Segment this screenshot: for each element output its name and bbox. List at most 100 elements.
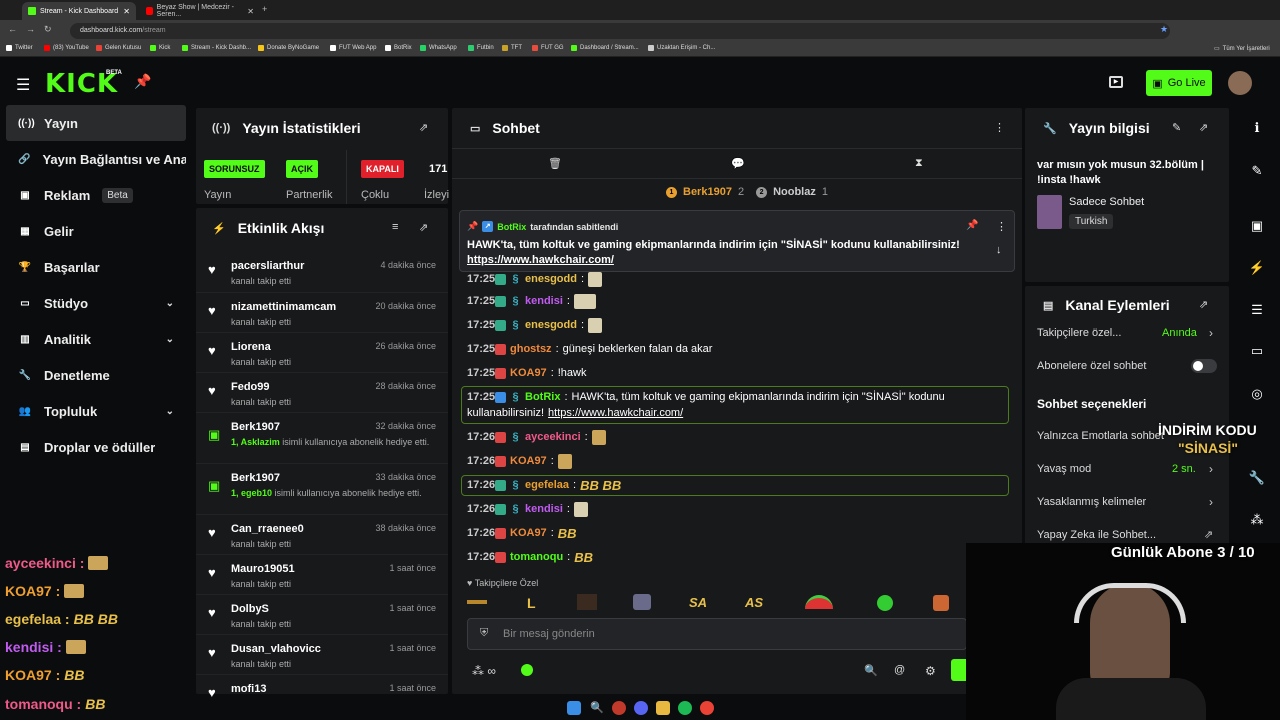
external-link-icon[interactable]: ⇗ [1204, 528, 1213, 541]
bookmark-item[interactable]: Twitter [6, 45, 33, 51]
new-tab-icon[interactable]: + [262, 4, 267, 14]
pin-icon[interactable]: 📌 [134, 73, 151, 90]
chat-username[interactable]: enesgodd [525, 319, 577, 331]
activity-item[interactable]: ♥ DolbyS 1 saat önce kanalı takip etti [196, 594, 448, 634]
star-icon[interactable]: ★ [1160, 24, 1168, 35]
activity-username[interactable]: Berk1907 [231, 421, 280, 433]
followers-only-setting[interactable]: Takipçilere özel... [1037, 327, 1121, 339]
emote-icon[interactable] [933, 595, 949, 611]
bookmark-item[interactable]: BotRix [385, 45, 412, 51]
chat-message[interactable]: 17:25 § enesgodd: [467, 271, 603, 287]
folder-icon[interactable] [656, 701, 670, 715]
windows-start-icon[interactable] [567, 701, 581, 715]
chat-username[interactable]: tomanoqu [510, 551, 563, 563]
back-icon[interactable]: ← [8, 24, 17, 34]
activity-username[interactable]: Liorena [231, 341, 271, 353]
activity-username[interactable]: Berk1907 [231, 472, 280, 484]
chevron-down-icon[interactable]: ⌄ [166, 406, 174, 417]
activity-item[interactable]: ♥ Fedo99 28 dakika önce kanalı takip etti [196, 372, 448, 412]
activity-username[interactable]: Fedo99 [231, 381, 270, 393]
sidebar-item-drops[interactable]: ▤ Droplar ve ödüller [6, 429, 186, 465]
chat-username[interactable]: enesgodd [525, 273, 577, 285]
chat-username[interactable]: kendisi [525, 503, 563, 515]
sidebar-item-community[interactable]: 👥 Topluluk ⌄ [6, 393, 186, 429]
chat-message[interactable]: 17:25 KOA97: !hawk [467, 365, 587, 381]
emote-icon[interactable] [877, 595, 893, 611]
chat-username[interactable]: KOA97 [510, 527, 547, 539]
bookmark-item[interactable]: Gelen Kutusu [96, 45, 141, 51]
popout-icon[interactable]: ⇗ [419, 121, 428, 134]
pinned-message[interactable]: 📌 ↗ BotRix tarafından sabitlendi 📌 ⋮ ↓ H… [459, 210, 1015, 272]
sidebar-item-analytics[interactable]: ▥ Analitik ⌄ [6, 321, 186, 357]
activity-item[interactable]: ♥ mofi13 1 saat önce [196, 674, 448, 714]
chat-username[interactable]: egefelaa [525, 479, 569, 491]
filter-icon[interactable]: ≡ [392, 221, 398, 233]
menu-icon[interactable]: ☰ [16, 75, 30, 95]
mention-icon[interactable]: @ [894, 664, 905, 676]
activity-item[interactable]: ▣ Berk1907 33 dakika önce 1, egeb10 isimli … [196, 463, 448, 514]
emote-icon[interactable] [577, 594, 597, 610]
kick-emote-icon[interactable] [521, 664, 533, 676]
activity-item[interactable]: ♥ pacersliarthur 4 dakika önce kanalı takip… [196, 252, 448, 292]
bookmark-item[interactable]: Stream - Kick Dashb... [182, 45, 251, 51]
activity-item[interactable]: ♥ Dusan_vlahovicc 1 saat önce kanalı takip … [196, 634, 448, 674]
activity-item[interactable]: ♥ Liorena 26 dakika önce kanalı takip etti [196, 332, 448, 372]
chat-username[interactable]: KOA97 [510, 455, 547, 467]
url-input[interactable]: dashboard.kick.com/stream [70, 23, 1170, 39]
collapse-icon[interactable]: ↓ [996, 244, 1002, 256]
search-icon[interactable]: 🔍 [864, 664, 878, 677]
emote-icon[interactable]: L [527, 595, 536, 611]
lightning-icon[interactable]: ⚡ [1247, 260, 1267, 276]
chrome-icon[interactable] [700, 701, 714, 715]
chevron-right-icon[interactable]: › [1209, 462, 1213, 476]
chat-username[interactable]: kendisi [525, 295, 563, 307]
bookmark-item[interactable]: Uzaktan Erişim - Ch... [648, 45, 715, 51]
send-button[interactable] [951, 659, 967, 681]
sidebar-item-link[interactable]: 🔗 Yayın Bağlantısı ve Anahtarı [6, 141, 186, 177]
popout-icon[interactable]: ⇗ [1199, 298, 1208, 311]
loyalty-icon[interactable]: ⁂ [1247, 512, 1267, 528]
bookmark-item[interactable]: Donate ByNoGame [258, 45, 319, 51]
chat-input[interactable]: ⛨ Bir mesaj gönderin [467, 618, 967, 650]
discord-icon[interactable] [634, 701, 648, 715]
close-icon[interactable]: ✕ [123, 7, 130, 16]
reload-icon[interactable]: ↻ [44, 24, 52, 35]
loyalty-icon[interactable]: ⁂ ∞ [472, 664, 496, 678]
activity-username[interactable]: Can_rraenee0 [231, 523, 304, 535]
gear-icon[interactable]: ⚙ [925, 664, 936, 678]
ai-chat-setting[interactable]: Yapay Zeka ile Sohbet... [1037, 529, 1156, 541]
popout-icon[interactable]: ⇗ [419, 221, 428, 234]
bookmark-item[interactable]: Futbin [468, 45, 494, 51]
emote-only-setting[interactable]: Yalnızca Emotlarla sohbet [1037, 430, 1164, 442]
chat-message[interactable]: 17:26 § ayceekinci: [467, 429, 606, 445]
followers-only-value[interactable]: Anında [1162, 327, 1197, 339]
emote-icon[interactable] [467, 600, 487, 604]
hourglass-icon[interactable]: ⧗ [915, 157, 923, 170]
activity-username[interactable]: DolbyS [231, 603, 269, 615]
go-live-button[interactable]: ▣ Go Live [1146, 70, 1212, 96]
chevron-right-icon[interactable]: › [1209, 326, 1213, 340]
more-options-icon[interactable]: ⋮ [994, 121, 1005, 134]
chat-username[interactable]: KOA97 [510, 367, 547, 379]
trash-icon[interactable]: 🗑 [548, 157, 562, 170]
sidebar-item-broadcast[interactable]: ((·)) Yayın [6, 105, 186, 141]
wrench-icon[interactable]: 🔧 [1247, 470, 1267, 486]
activity-username[interactable]: Mauro19051 [231, 563, 295, 575]
activity-username[interactable]: mofi13 [231, 683, 266, 695]
chat-message[interactable]: 17:26 KOA97: [467, 453, 572, 469]
chat-message[interactable]: 17:26 tomanoqu: BB [467, 549, 593, 565]
chat-message[interactable]: 17:26 § kendisi: [467, 501, 588, 517]
emote-icon[interactable]: AS [745, 595, 763, 610]
bookmark-item[interactable]: WhatsApp [420, 45, 457, 51]
emote-icon[interactable] [805, 595, 833, 609]
chat-username[interactable]: ayceekinci [525, 431, 581, 443]
subs-only-toggle[interactable] [1191, 359, 1217, 373]
activity-username[interactable]: pacersliarthur [231, 260, 304, 272]
category-label[interactable]: Sadece Sohbet [1069, 196, 1144, 208]
obs-icon[interactable] [612, 701, 626, 715]
chat-message[interactable]: 17:26 KOA97: BB [467, 525, 577, 541]
leader-name[interactable]: Nooblaz [773, 186, 816, 198]
close-icon[interactable]: ✕ [247, 7, 254, 16]
spotify-icon[interactable] [678, 701, 692, 715]
info-icon[interactable]: ℹ [1247, 120, 1267, 136]
